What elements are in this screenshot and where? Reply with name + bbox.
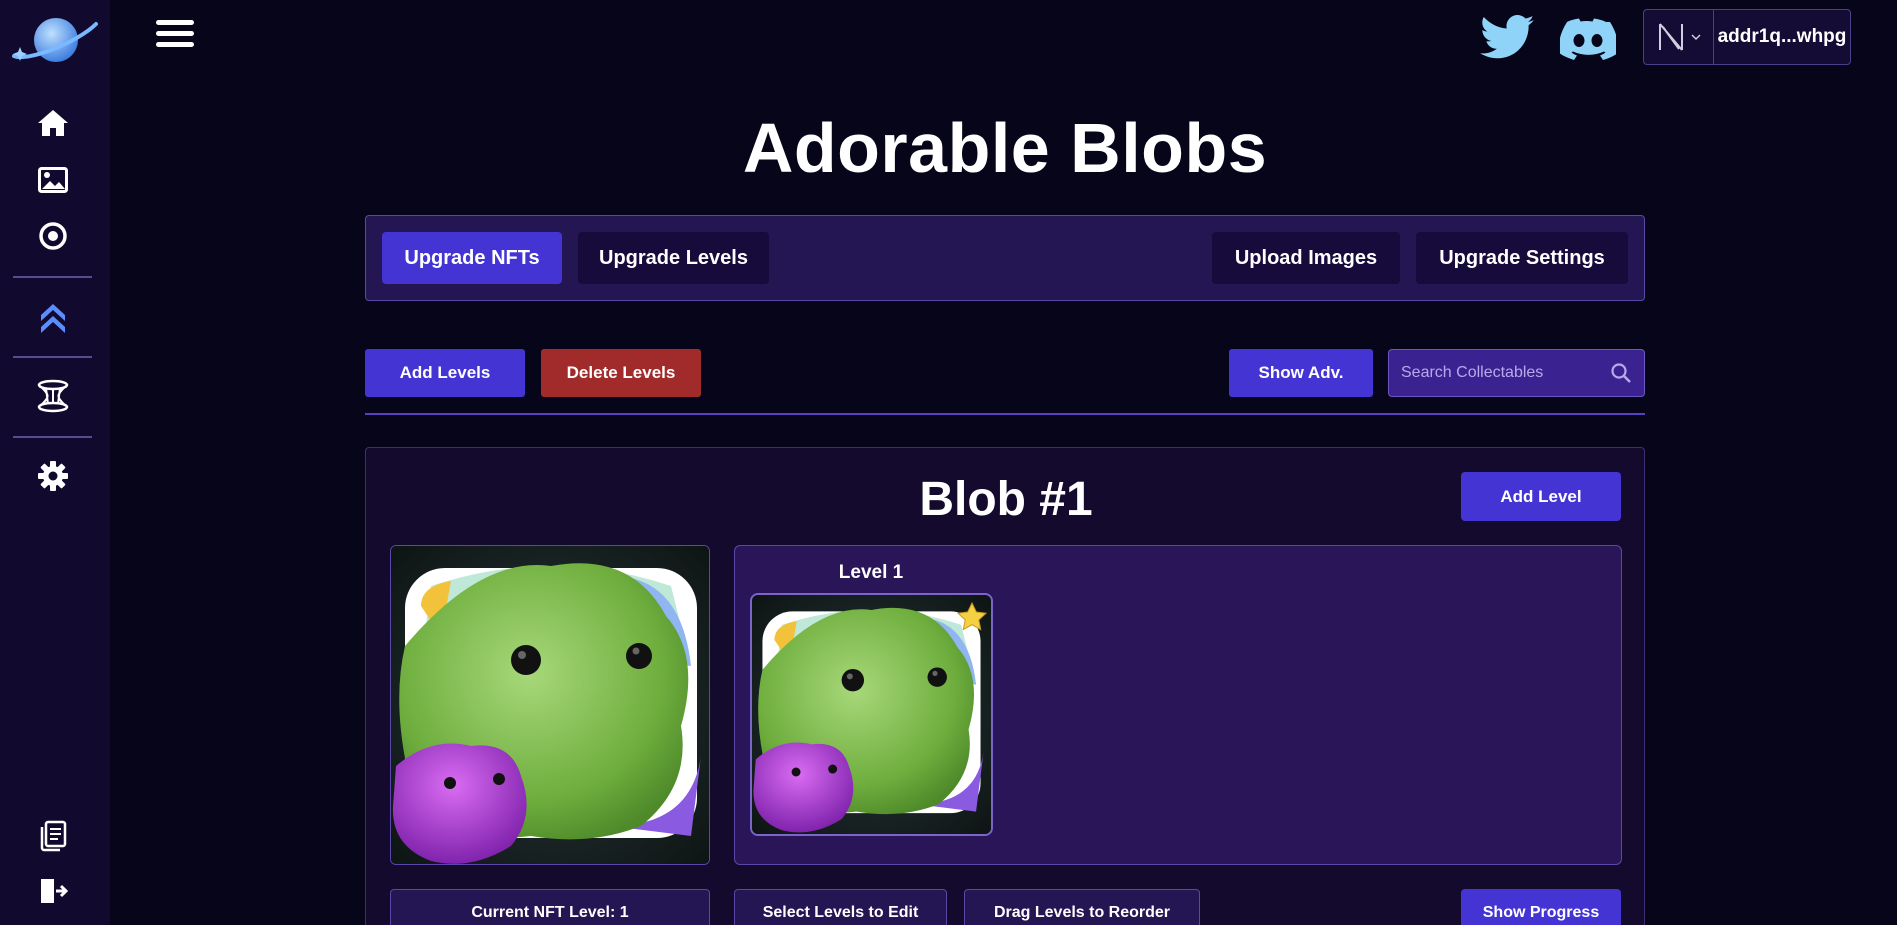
wallet-selector[interactable] [1644, 10, 1714, 64]
twitter-icon[interactable] [1480, 14, 1536, 62]
home-icon[interactable] [34, 104, 72, 142]
planet-logo-icon[interactable] [8, 12, 100, 70]
tab-upgrade-levels[interactable]: Upgrade Levels [578, 232, 769, 284]
double-chevron-up-icon[interactable] [34, 297, 72, 335]
discord-icon[interactable] [1560, 14, 1616, 62]
sidebar [0, 0, 110, 925]
show-advanced-button[interactable]: Show Adv. [1229, 349, 1373, 397]
nft-title: Blob #1 [919, 473, 1093, 526]
section-divider [365, 413, 1645, 415]
sidebar-divider [13, 356, 92, 358]
chevron-down-icon [1690, 34, 1701, 41]
delete-levels-button[interactable]: Delete Levels [541, 349, 701, 397]
wallet-connect[interactable]: addr1q...whpg [1643, 9, 1851, 65]
nft-image [390, 545, 710, 865]
star-icon [956, 601, 988, 631]
wallet-address[interactable]: addr1q...whpg [1714, 26, 1850, 48]
tab-upload-images[interactable]: Upload Images [1212, 232, 1400, 284]
levels-panel: Level 1 [734, 545, 1622, 865]
show-progress-button[interactable]: Show Progress [1461, 889, 1621, 925]
logout-icon[interactable] [34, 872, 72, 910]
add-level-button[interactable]: Add Level [1461, 472, 1621, 521]
sidebar-divider [13, 276, 92, 278]
search-box [1388, 349, 1645, 397]
gear-icon[interactable] [34, 457, 72, 495]
drag-levels-button[interactable]: Drag Levels to Reorder [964, 889, 1200, 925]
tab-bar: Upgrade NFTs Upgrade Levels Upload Image… [365, 215, 1645, 301]
level-label: Level 1 [838, 562, 904, 583]
menu-toggle-icon[interactable] [156, 20, 196, 54]
tab-upgrade-nfts[interactable]: Upgrade NFTs [382, 232, 562, 284]
portal-icon[interactable] [34, 377, 72, 415]
tab-upgrade-settings[interactable]: Upgrade Settings [1416, 232, 1628, 284]
document-icon[interactable] [34, 817, 72, 855]
current-level-indicator: Current NFT Level: 1 [390, 889, 710, 925]
nft-card: Blob #1 Add Level Level 1 Current NFT Le… [365, 447, 1645, 925]
search-icon[interactable] [1610, 362, 1632, 384]
add-levels-button[interactable]: Add Levels [365, 349, 525, 397]
nami-wallet-icon [1658, 23, 1683, 51]
level-thumbnail[interactable] [750, 593, 993, 836]
page-title: Adorable Blobs [742, 109, 1268, 187]
image-icon[interactable] [34, 161, 72, 199]
search-input[interactable] [1401, 364, 1610, 382]
select-levels-button[interactable]: Select Levels to Edit [734, 889, 947, 925]
circle-dot-icon[interactable] [34, 217, 72, 255]
sidebar-divider [13, 436, 92, 438]
